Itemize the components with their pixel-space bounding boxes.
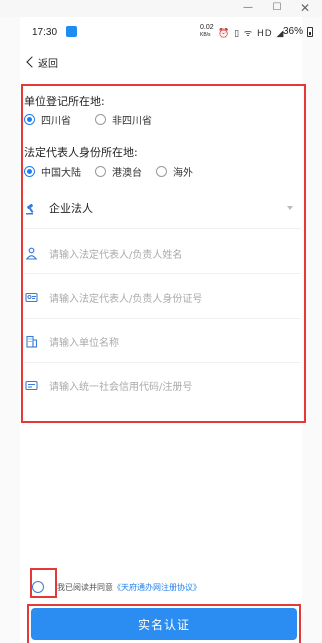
radio-non-sichuan-label: 非四川省 — [112, 115, 152, 127]
rep-name-input[interactable]: 请输入法定代表人/负责人姓名 — [24, 238, 301, 268]
entity-type-select[interactable]: 企业法人 — [24, 193, 301, 223]
network-speed: 0.02 KB/s — [200, 24, 214, 39]
chevron-left-icon — [26, 56, 38, 68]
radio-overseas[interactable]: 海外 — [156, 164, 193, 179]
status-icons: ⏰ ▯ ᯤ HD ◢ — [218, 29, 285, 39]
battery-icon — [307, 27, 313, 37]
minimize-button[interactable]: — — [241, 2, 255, 14]
divider — [24, 318, 301, 319]
person-icon — [24, 246, 38, 260]
credit-code-placeholder: 请输入统一社会信用代码/注册号 — [49, 381, 193, 393]
card-icon — [24, 378, 38, 392]
agreement-row: 我已阅读并同意 《天府通办网注册协议》 — [30, 578, 201, 596]
back-button[interactable]: 返回 — [25, 54, 58, 70]
reg-location-label: 单位登记所在地: — [24, 95, 105, 108]
rep-id-location-label: 法定代表人身份所在地: — [24, 146, 138, 159]
rep-idno-input[interactable]: 请输入法定代表人/负责人身份证号 — [24, 282, 301, 312]
status-time: 17:30 — [32, 27, 58, 38]
agreement-text: 我已阅读并同意 — [57, 582, 113, 592]
radio-mainland[interactable]: 中国大陆 — [24, 164, 81, 179]
unit-name-input[interactable]: 请输入单位名称 — [24, 326, 301, 356]
radio-non-sichuan[interactable]: 非四川省 — [95, 112, 152, 127]
id-card-icon — [24, 290, 38, 304]
verify-button[interactable]: 实名认证 — [31, 608, 297, 640]
entity-type-value: 企业法人 — [49, 202, 93, 215]
left-margin — [0, 17, 20, 643]
agreement-link[interactable]: 《天府通办网注册协议》 — [113, 582, 201, 593]
status-bar: 17:30 0.02 KB/s ⏰ ▯ ᯤ HD ◢ 36% — [20, 17, 313, 47]
divider — [24, 228, 301, 229]
app-notification-icon — [66, 26, 77, 37]
unit-name-placeholder: 请输入单位名称 — [49, 337, 119, 349]
radio-unselected-icon — [95, 113, 106, 125]
network-speed-unit: KB/s — [200, 32, 211, 38]
window-titlebar: — ☐ ✕ — [0, 0, 322, 17]
radio-selected-icon — [24, 165, 35, 177]
divider — [24, 273, 301, 274]
radio-unselected-icon — [156, 165, 167, 177]
close-button[interactable]: ✕ — [298, 2, 312, 14]
back-label: 返回 — [38, 58, 58, 70]
maximize-button[interactable]: ☐ — [270, 2, 284, 14]
radio-sichuan[interactable]: 四川省 — [24, 112, 71, 127]
gavel-icon — [24, 201, 38, 215]
nav-header: 返回 — [20, 47, 302, 77]
credit-code-input[interactable]: 请输入统一社会信用代码/注册号 — [24, 370, 301, 400]
rep-id-radio-group: 中国大陆 港澳台 海外 — [24, 163, 207, 179]
rep-name-placeholder: 请输入法定代表人/负责人姓名 — [49, 249, 183, 261]
radio-hk-macao-tw-label: 港澳台 — [112, 167, 142, 179]
battery-percent: 36% — [283, 26, 304, 37]
radio-unselected-icon — [95, 165, 106, 177]
radio-hk-macao-tw[interactable]: 港澳台 — [95, 164, 142, 179]
caret-down-icon — [287, 206, 293, 210]
radio-mainland-label: 中国大陆 — [41, 167, 81, 179]
rep-idno-placeholder: 请输入法定代表人/负责人身份证号 — [49, 293, 203, 305]
radio-sichuan-label: 四川省 — [41, 115, 71, 127]
agreement-checkbox[interactable] — [32, 581, 44, 593]
radio-selected-icon — [24, 113, 35, 125]
reg-location-radio-group: 四川省 非四川省 — [24, 111, 166, 127]
building-icon — [24, 334, 38, 348]
network-speed-value: 0.02 — [200, 24, 214, 31]
radio-overseas-label: 海外 — [173, 167, 193, 179]
divider — [24, 362, 301, 363]
